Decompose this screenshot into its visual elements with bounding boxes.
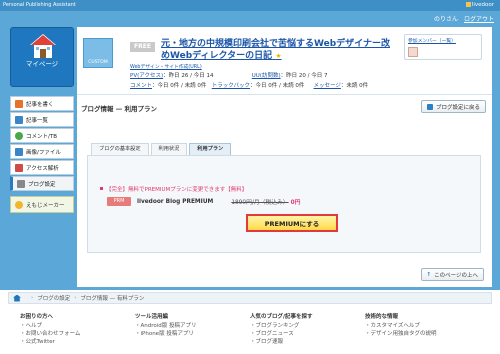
- footer-column-head: 技術的な情報: [365, 314, 399, 320]
- comment-link[interactable]: コメント: [130, 83, 152, 89]
- sidebar-item-write[interactable]: 記事を書く: [10, 96, 74, 111]
- new-price: 0円: [290, 200, 301, 206]
- separator-icon: ›: [31, 295, 34, 301]
- user-row: のりさん ログアウト: [434, 14, 494, 23]
- sidebar-item-comments[interactable]: コメント/TB: [10, 128, 74, 143]
- footer-link[interactable]: ・お問い合わせフォーム: [20, 330, 135, 338]
- top-bar: Personal Publishing Assistant livedoor: [0, 0, 500, 11]
- footer-link[interactable]: ・ヘルプ: [20, 322, 135, 330]
- message-link[interactable]: メッセージ: [314, 83, 341, 89]
- settings-icon: [426, 103, 433, 110]
- bullet-icon: [100, 187, 103, 190]
- uu-value: ：昨日 20 / 今日 7: [280, 73, 328, 79]
- sidebar-item-analytics[interactable]: アクセス解析: [10, 160, 74, 175]
- sidebar-item-articles[interactable]: 記事一覧: [10, 112, 74, 127]
- emoji-maker-button[interactable]: えもじメーカー: [10, 196, 74, 213]
- back-to-settings-button[interactable]: ブログ設定に戻る: [420, 100, 486, 113]
- user-name: のりさん: [434, 16, 459, 23]
- blog-category[interactable]: Webデザイン・サイト作成(URL): [130, 63, 202, 70]
- footer-link[interactable]: ・ブログランキング: [250, 322, 365, 330]
- tab-plan[interactable]: 利用プラン: [189, 143, 232, 155]
- pv-link[interactable]: PV(アクセス): [130, 73, 163, 79]
- sidebar-item-blog-settings[interactable]: ブログ設定: [10, 176, 74, 191]
- sidebar: 記事を書く 記事一覧 コメント/TB 画像/ファイル アクセス解析 ブログ設定 …: [10, 96, 74, 213]
- members-box: 参加メンバー（一覧）: [404, 34, 482, 60]
- page-top-button[interactable]: ↑ このページの上へ: [420, 268, 484, 281]
- wrench-icon: [17, 179, 25, 188]
- breadcrumb: › ブログの設定 › ブログ情報 — 有料プラン: [8, 292, 492, 304]
- message-value: ：未読 0件: [340, 83, 369, 89]
- blog-stats: PV(アクセス)：昨日 26 / 今日 14 UU(訪問数)：昨日 20 / 今…: [130, 71, 430, 91]
- plan-name: livedoor Blog PREMIUM: [137, 198, 214, 205]
- mypage-label: マイページ: [25, 60, 59, 68]
- blog-header: CUSTOM FREE 元・地方の中規模印刷会社で苦悩するWebデザイナー改めW…: [77, 27, 492, 95]
- tab-bar: ブログの基本設定 利用状況 利用プラン: [91, 143, 233, 155]
- avatar[interactable]: [408, 47, 418, 57]
- footer-column-head: 人気のブログ/記事を探す: [250, 314, 313, 320]
- app-title: Personal Publishing Assistant: [3, 2, 76, 8]
- tab-basic-settings[interactable]: ブログの基本設定: [91, 143, 149, 155]
- footer-column-head: お困りの方へ: [20, 314, 54, 320]
- chart-icon: [15, 163, 23, 172]
- footer-link[interactable]: ・iPhone版 投稿アプリ: [135, 330, 250, 338]
- premium-notice: 【完全】無料でPREMIUMプランに変更できます【無料】: [100, 185, 247, 193]
- uu-link[interactable]: UU(訪問数): [252, 73, 281, 79]
- star-icon: ★: [275, 52, 282, 60]
- plan-badge: FREE: [130, 42, 155, 52]
- trackback-link[interactable]: トラックバック: [212, 83, 250, 89]
- premium-badge: PRM: [107, 197, 131, 206]
- pv-value: ：昨日 26 / 今日 14: [163, 73, 214, 79]
- footer-column: お困りの方へ ・ヘルプ ・お問い合わせフォーム ・公式Twitter: [20, 312, 135, 346]
- main-content: CUSTOM FREE 元・地方の中規模印刷会社で苦悩するWebデザイナー改めW…: [77, 27, 492, 287]
- image-icon: [15, 147, 23, 156]
- emoji-icon: [15, 200, 23, 209]
- mypage-button[interactable]: マイページ: [10, 27, 74, 87]
- footer-columns: お困りの方へ ・ヘルプ ・お問い合わせフォーム ・公式Twitter ツール活用…: [20, 312, 480, 346]
- sidebar-item-images[interactable]: 画像/ファイル: [10, 144, 74, 159]
- premium-button[interactable]: PREMIUMにする: [246, 214, 338, 232]
- footer-link[interactable]: ・公式Twitter: [20, 338, 135, 346]
- logout-link[interactable]: ログアウト: [464, 16, 494, 23]
- trackback-value: ：今日 0件 / 未読 0件: [249, 83, 305, 89]
- comment-value: ：今日 0件 / 未読 0件: [152, 83, 207, 89]
- old-price: 1890円/月（税込み）: [231, 200, 289, 206]
- footer-column-head: ツール活用編: [135, 314, 169, 320]
- pencil-icon: [15, 99, 23, 108]
- footer-link[interactable]: ・カスタマイズヘルプ: [365, 322, 480, 330]
- plan-panel: 【完全】無料でPREMIUMプランに変更できます【無料】 PRM livedoo…: [87, 155, 481, 253]
- list-icon: [15, 115, 23, 124]
- blog-thumbnail[interactable]: CUSTOM: [83, 38, 113, 68]
- breadcrumb-item[interactable]: ブログの設定: [37, 294, 70, 302]
- footer-column: 技術的な情報 ・カスタマイズヘルプ ・デザイン用独自タグの説明: [365, 312, 480, 346]
- blog-title[interactable]: 元・地方の中規模印刷会社で苦悩するWebデザイナー改めWebディレクターの日記 …: [161, 38, 391, 62]
- comment-icon: [15, 131, 23, 140]
- footer: › ブログの設定 › ブログ情報 — 有料プラン お困りの方へ ・ヘルプ ・お問…: [0, 290, 500, 354]
- footer-column: 人気のブログ/記事を探す ・ブログランキング ・ブログニュース ・ブログ速報: [250, 312, 365, 346]
- footer-link[interactable]: ・デザイン用独自タグの説明: [365, 330, 480, 338]
- footer-column: ツール活用編 ・Android版 投稿アプリ ・iPhone版 投稿アプリ: [135, 312, 250, 346]
- footer-link[interactable]: ・ブログニュース: [250, 330, 365, 338]
- members-link[interactable]: 参加メンバー（一覧）: [408, 39, 456, 44]
- page-title: ブログ情報 — 利用プラン: [81, 105, 158, 113]
- livedoor-icon: [465, 2, 471, 7]
- footer-link[interactable]: ・Android版 投稿アプリ: [135, 322, 250, 330]
- tab-usage[interactable]: 利用状況: [150, 143, 188, 155]
- header-link[interactable]: livedoor: [465, 2, 494, 8]
- plan-row: PRM livedoor Blog PREMIUM 1890円/月（税込み） 0…: [107, 197, 300, 206]
- home-icon[interactable]: [13, 294, 21, 302]
- house-icon: [30, 34, 56, 58]
- footer-link[interactable]: ・ブログ速報: [250, 338, 365, 346]
- arrow-up-icon: ↑: [426, 271, 432, 278]
- breadcrumb-current: ブログ情報 — 有料プラン: [80, 296, 145, 302]
- separator-icon: ›: [74, 295, 77, 301]
